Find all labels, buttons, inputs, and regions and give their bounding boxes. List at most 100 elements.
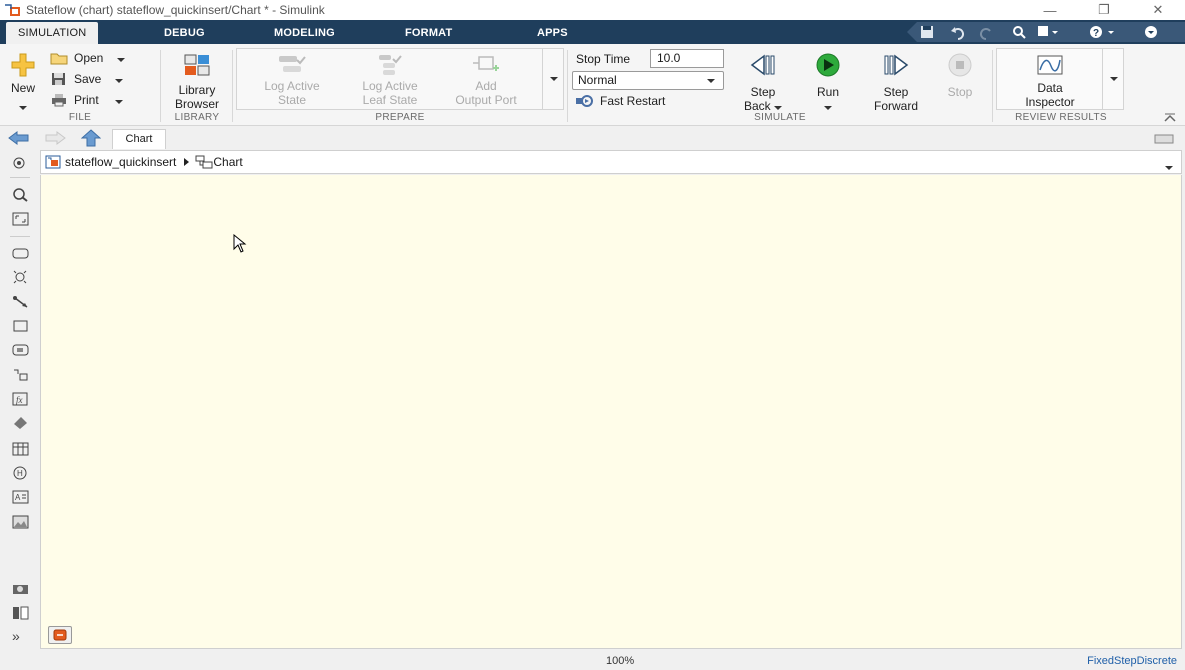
prepare-gallery-expand[interactable] bbox=[542, 48, 564, 110]
add-output-port-button[interactable]: Add Output Port bbox=[446, 54, 526, 107]
add-output-port-icon bbox=[473, 56, 499, 71]
print-button[interactable]: Print bbox=[50, 93, 123, 107]
default-transition-icon[interactable] bbox=[12, 270, 29, 284]
collapse-ribbon-icon[interactable] bbox=[1145, 26, 1157, 38]
simulink-state-icon[interactable] bbox=[12, 343, 29, 357]
forward-button[interactable] bbox=[44, 131, 66, 148]
state-tool-icon[interactable] bbox=[12, 246, 29, 260]
collapse-ribbon-button[interactable] bbox=[1164, 112, 1176, 126]
simulation-mode-select[interactable]: Normal bbox=[572, 71, 724, 90]
back-button[interactable] bbox=[8, 131, 30, 148]
hide-show-explorer-icon[interactable] bbox=[12, 156, 29, 170]
text-annotation-icon[interactable]: A bbox=[12, 490, 29, 504]
property-inspector-icon[interactable] bbox=[12, 606, 29, 620]
fast-restart-button[interactable]: Fast Restart bbox=[576, 94, 665, 108]
status-bar: 100% FixedStepDiscrete bbox=[0, 652, 1185, 670]
stop-icon bbox=[948, 53, 972, 77]
stateflow-logo-icon bbox=[53, 629, 67, 641]
save-disk-icon bbox=[52, 73, 65, 85]
save-icon[interactable] bbox=[921, 26, 933, 38]
run-dropdown-caret[interactable] bbox=[806, 99, 850, 113]
fit-to-view-icon[interactable] bbox=[12, 212, 29, 226]
title-bar: Stateflow (chart) stateflow_quickinsert/… bbox=[0, 0, 1185, 20]
collapse-arrow-icon bbox=[1164, 113, 1176, 122]
editor-tab-chart[interactable]: Chart bbox=[112, 129, 166, 149]
history-junction-icon[interactable]: H bbox=[12, 466, 29, 480]
run-button[interactable]: Run bbox=[806, 52, 850, 113]
undo-icon[interactable] bbox=[951, 27, 964, 40]
breadcrumb-model[interactable]: stateflow_quickinsert bbox=[65, 155, 176, 169]
matlab-function-icon[interactable]: fx bbox=[12, 392, 29, 406]
step-back-icon bbox=[750, 54, 775, 76]
community-icon[interactable] bbox=[1038, 26, 1058, 36]
run-play-icon bbox=[816, 53, 840, 77]
printer-icon bbox=[52, 94, 66, 107]
fast-restart-icon bbox=[576, 95, 593, 107]
solver-link[interactable]: FixedStepDiscrete bbox=[1087, 655, 1177, 667]
forward-arrow-icon bbox=[45, 131, 66, 145]
breadcrumb-separator-icon bbox=[184, 158, 190, 166]
help-icon[interactable]: ? bbox=[1090, 26, 1114, 39]
up-to-parent-button[interactable] bbox=[80, 129, 102, 150]
transition-arrow-icon[interactable] bbox=[12, 295, 29, 309]
zoom-icon[interactable] bbox=[12, 188, 29, 202]
redo-icon[interactable] bbox=[980, 28, 991, 40]
log-leaf-state-icon bbox=[379, 55, 402, 75]
review-gallery-expand[interactable] bbox=[1102, 48, 1124, 110]
breadcrumb-chart[interactable]: Chart bbox=[213, 155, 242, 169]
quick-access-icons: ? bbox=[921, 26, 1157, 40]
svg-text:A: A bbox=[15, 493, 21, 502]
log-active-state-button[interactable]: Log Active State bbox=[252, 54, 332, 107]
navigation-bar bbox=[0, 127, 1185, 149]
minimize-button[interactable]: — bbox=[1023, 0, 1077, 20]
box-tool-icon[interactable] bbox=[12, 319, 29, 333]
stop-time-input[interactable]: 10.0 bbox=[650, 49, 724, 68]
tab-simulation[interactable]: SIMULATION bbox=[6, 22, 99, 44]
close-button[interactable]: ✕ bbox=[1131, 0, 1185, 20]
save-button[interactable]: Save bbox=[50, 72, 124, 86]
back-arrow-icon bbox=[8, 131, 29, 145]
tab-debug[interactable]: DEBUG bbox=[164, 22, 205, 44]
breadcrumb: stateflow_quickinsert Chart bbox=[40, 150, 1182, 174]
new-icon bbox=[11, 53, 35, 77]
camera-icon[interactable] bbox=[12, 582, 29, 596]
new-dropdown-caret[interactable] bbox=[6, 99, 40, 113]
open-folder-icon bbox=[50, 53, 68, 65]
mouse-cursor-icon bbox=[233, 234, 247, 253]
search-icon[interactable] bbox=[1013, 26, 1026, 39]
stateflow-debug-button[interactable] bbox=[48, 626, 72, 644]
log-active-state-icon bbox=[279, 56, 306, 72]
zoom-level: 100% bbox=[606, 655, 635, 667]
data-inspector-icon bbox=[1037, 55, 1063, 75]
step-forward-button[interactable]: Step Forward bbox=[866, 52, 926, 113]
breadcrumb-dropdown[interactable] bbox=[1165, 159, 1173, 173]
chart-canvas[interactable] bbox=[40, 175, 1182, 649]
library-browser-button[interactable]: Library Browser bbox=[170, 54, 224, 111]
library-browser-icon bbox=[184, 54, 210, 76]
svg-text:H: H bbox=[17, 469, 23, 478]
open-button[interactable]: Open bbox=[50, 51, 126, 65]
window-title: Stateflow (chart) stateflow_quickinsert/… bbox=[26, 3, 325, 17]
log-leaf-state-button[interactable]: Log Active Leaf State bbox=[350, 54, 430, 107]
stop-time-label: Stop Time bbox=[576, 52, 631, 66]
simulink-function-icon[interactable] bbox=[12, 368, 29, 382]
tab-format[interactable]: FORMAT bbox=[405, 22, 452, 44]
annotation-tool-icon[interactable] bbox=[12, 416, 29, 430]
step-forward-icon bbox=[884, 54, 909, 76]
tab-modeling[interactable]: MODELING bbox=[274, 22, 335, 44]
data-inspector-button[interactable]: Data Inspector bbox=[1010, 54, 1090, 109]
expand-palette-icon[interactable]: » bbox=[12, 628, 20, 644]
image-annotation-icon[interactable] bbox=[12, 515, 29, 529]
new-button[interactable]: New bbox=[6, 52, 40, 110]
svg-text:fx: fx bbox=[16, 395, 23, 405]
tab-apps[interactable]: APPS bbox=[537, 22, 568, 44]
svg-text:?: ? bbox=[1093, 28, 1099, 39]
up-arrow-icon bbox=[80, 129, 102, 147]
truth-table-icon[interactable] bbox=[12, 442, 29, 456]
restore-button[interactable]: ❐ bbox=[1077, 0, 1131, 20]
chart-icon bbox=[195, 155, 213, 169]
keyboard-icon[interactable] bbox=[1154, 133, 1174, 147]
simulink-app-icon bbox=[5, 3, 21, 17]
stop-button[interactable]: Stop bbox=[938, 52, 982, 99]
step-back-button[interactable]: Step Back bbox=[738, 52, 788, 113]
